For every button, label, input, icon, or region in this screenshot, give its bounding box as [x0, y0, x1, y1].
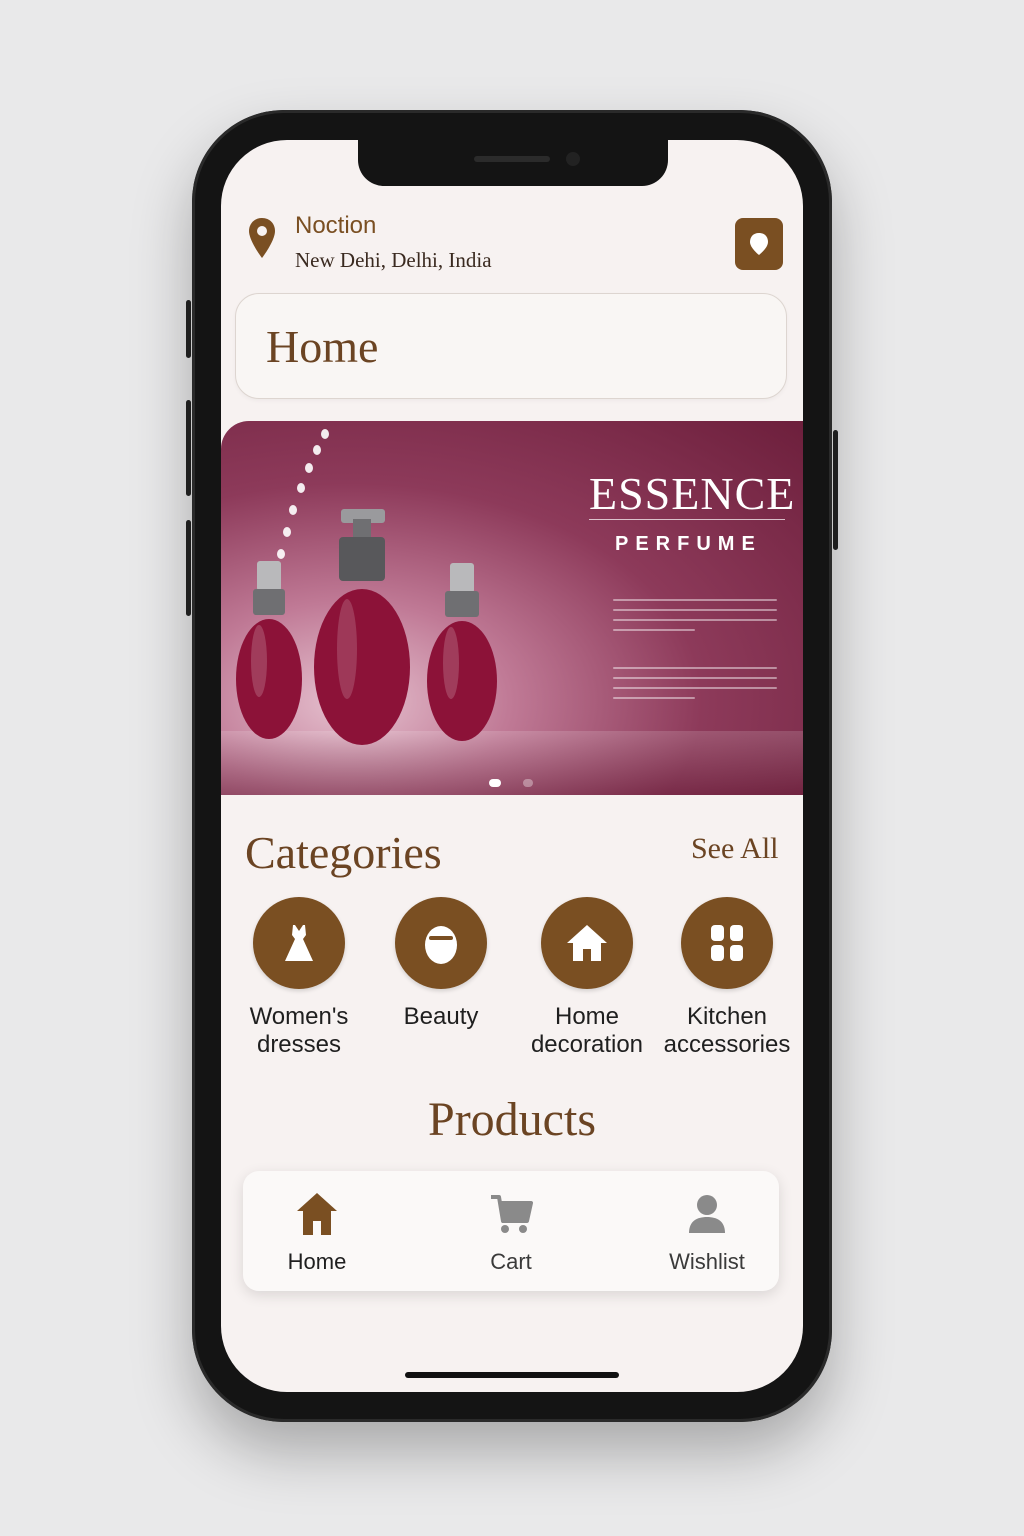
volume-up-button — [186, 400, 191, 496]
category-label-line: dresses — [256, 1031, 342, 1058]
mute-switch — [186, 300, 191, 358]
location-address[interactable]: New Dehi, Delhi, India — [295, 248, 492, 273]
category-label-line: Women's — [249, 1003, 349, 1030]
perfume-pump-bottle — [314, 509, 410, 745]
front-camera — [566, 152, 580, 166]
category-label: Women's dresses — [229, 1003, 369, 1059]
carousel-dot-active[interactable] — [489, 779, 501, 787]
house-icon — [567, 925, 607, 961]
light-streak — [297, 483, 305, 493]
banner-fine-print — [613, 599, 777, 601]
phone-screen: Noction New Dehi, Delhi, India Home ESSE… — [221, 140, 803, 1392]
banner-divider — [589, 519, 785, 520]
home-icon — [297, 1193, 337, 1235]
category-label-line: Home — [554, 1003, 620, 1030]
location-title: Noction — [295, 212, 377, 239]
nav-label: Cart — [490, 1249, 532, 1274]
light-streak — [277, 549, 285, 559]
category-womens-dresses[interactable]: Women's dresses — [229, 897, 369, 1059]
category-label-line: decoration — [530, 1031, 644, 1058]
banner-title: ESSENCE — [589, 468, 796, 519]
products-heading: Products — [428, 1093, 596, 1146]
nav-cart[interactable]: Cart — [441, 1191, 581, 1275]
location-shield-icon — [750, 233, 768, 255]
nav-label: Home — [287, 1249, 347, 1274]
search-input[interactable]: Home — [235, 293, 787, 399]
map-pin-icon — [249, 218, 275, 258]
category-icon-circle — [253, 897, 345, 989]
banner-fine-print — [613, 667, 777, 669]
light-streak — [289, 505, 297, 515]
category-icon-circle — [541, 897, 633, 989]
category-icon-circle — [395, 897, 487, 989]
perfume-bottle-small-right — [427, 563, 497, 741]
light-streak — [321, 429, 329, 439]
carousel-dot[interactable] — [523, 779, 533, 787]
home-indicator[interactable] — [405, 1372, 619, 1378]
category-label-line: Kitchen — [686, 1003, 768, 1030]
bottom-navigation: Home Cart Wishlist — [243, 1171, 779, 1291]
banner-fine-print — [613, 609, 777, 611]
nav-wishlist[interactable]: Wishlist — [637, 1191, 777, 1275]
cart-icon — [491, 1195, 533, 1233]
search-value: Home — [266, 321, 379, 372]
nav-home[interactable]: Home — [247, 1191, 387, 1275]
location-button[interactable] — [735, 218, 783, 270]
light-streak — [313, 445, 321, 455]
banner-subtitle: PERFUME — [615, 533, 762, 555]
category-label-line: accessories — [663, 1031, 791, 1058]
category-icon-circle — [681, 897, 773, 989]
category-beauty[interactable]: Beauty — [371, 897, 511, 1031]
category-label-line: Beauty — [403, 1003, 479, 1030]
volume-down-button — [186, 520, 191, 616]
category-kitchen-accessories[interactable]: Kitchen accessories — [657, 897, 797, 1059]
beauty-icon — [425, 926, 457, 964]
banner-floor — [221, 731, 803, 795]
grid-icon — [711, 925, 743, 961]
promo-banner[interactable]: ESSENCE PERFUME — [221, 421, 803, 795]
banner-fine-print — [613, 677, 777, 679]
categories-heading: Categories — [245, 827, 442, 878]
nav-label: Wishlist — [669, 1249, 745, 1274]
banner-fine-print — [613, 619, 777, 621]
light-streak — [283, 527, 291, 537]
speaker — [474, 156, 550, 162]
category-label: Kitchen accessories — [657, 1003, 797, 1059]
banner-fine-print — [613, 697, 695, 699]
banner-fine-print — [613, 629, 695, 631]
see-all-link[interactable]: See All — [691, 832, 779, 866]
user-icon — [689, 1195, 725, 1233]
perfume-bottle-small-left — [236, 561, 302, 739]
banner-fine-print — [613, 687, 777, 689]
power-button — [833, 430, 838, 550]
category-label: Beauty — [371, 1003, 511, 1031]
dress-icon — [285, 925, 313, 961]
category-label: Home decoration — [517, 1003, 657, 1059]
notch — [358, 140, 668, 186]
category-home-decoration[interactable]: Home decoration — [517, 897, 657, 1059]
light-streak — [305, 463, 313, 473]
